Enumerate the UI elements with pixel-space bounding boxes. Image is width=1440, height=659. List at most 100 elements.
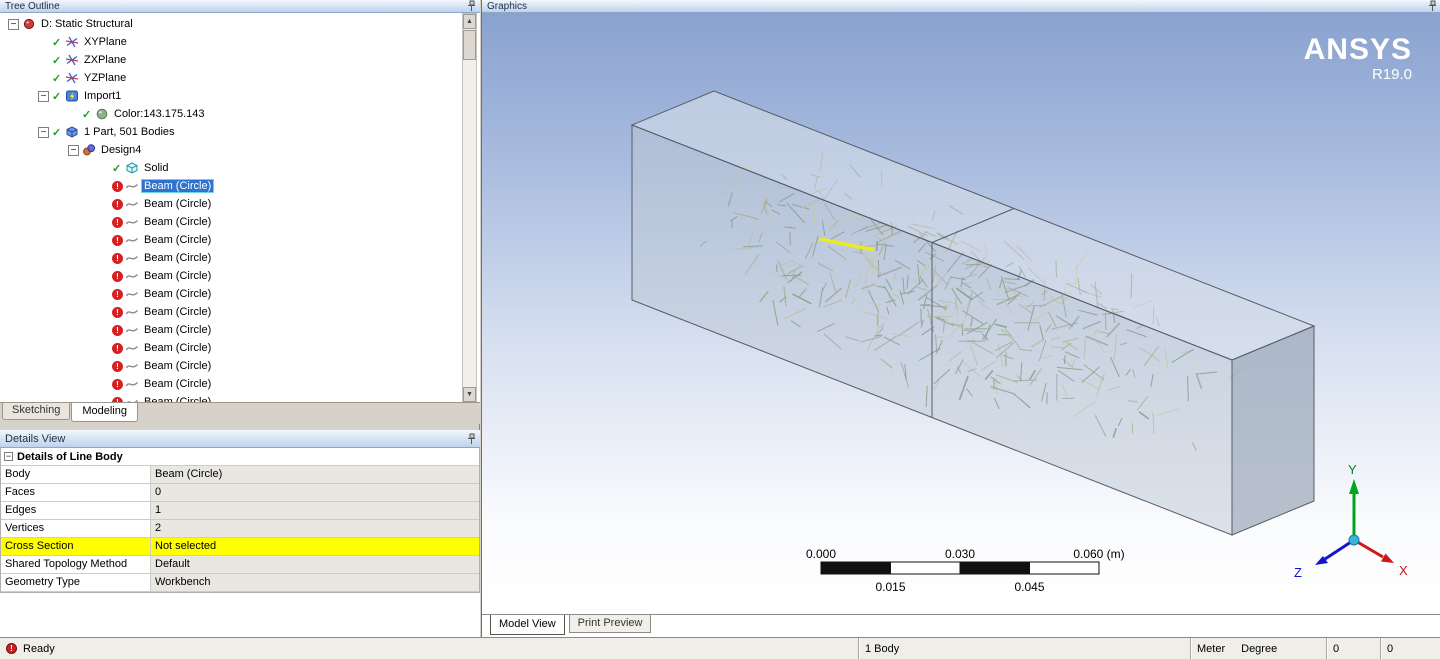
tree-item[interactable]: ! Beam (Circle)	[0, 285, 480, 303]
tree-items: − D: Static Structural ✓ XYPlane ✓ ZXPlane ✓ YZ…	[0, 13, 480, 402]
details-group-header[interactable]: − Details of Line Body	[1, 448, 479, 466]
status-section-counter2: 0	[1380, 638, 1440, 659]
tree-item[interactable]: ! Beam (Circle)	[0, 357, 480, 375]
tab-sketching[interactable]: Sketching	[2, 403, 71, 420]
details-value[interactable]: Default	[151, 556, 479, 573]
tree-item-label: Beam (Circle)	[144, 288, 212, 300]
tree-item-label: Beam (Circle)	[141, 179, 215, 193]
status-section-selection: 1 Body	[858, 638, 1190, 659]
triad-z-label: Z	[1294, 565, 1302, 580]
scale-bar: 0.000 0.030 0.060 (m) 0.015 0.045	[806, 547, 1125, 594]
details-value[interactable]: Beam (Circle)	[151, 466, 479, 483]
tree-item-label: Beam (Circle)	[144, 252, 212, 264]
modeler-tab-strip: Sketching Modeling	[0, 403, 480, 424]
tree-item[interactable]: ✓ YZPlane	[0, 69, 480, 87]
part-icon	[65, 125, 81, 139]
tree-item[interactable]: ! Beam (Circle)	[0, 339, 480, 357]
tree-item[interactable]: ! Beam (Circle)	[0, 249, 480, 267]
tab-model-view[interactable]: Model View	[490, 615, 565, 635]
tree-expand-toggle[interactable]: −	[38, 90, 49, 102]
tree-item-label: Beam (Circle)	[144, 234, 212, 246]
tree-item[interactable]: ! Beam (Circle)	[0, 195, 480, 213]
tree-item[interactable]: ! Beam (Circle)	[0, 177, 480, 195]
beam-icon	[125, 197, 141, 211]
tree-item[interactable]: ✓ Color:143.175.143	[0, 105, 480, 123]
import-icon	[65, 89, 81, 103]
tree-item[interactable]: − ✓ 1 Part, 501 Bodies	[0, 123, 480, 141]
graphics-title: Graphics	[487, 0, 528, 12]
tree-expand-toggle[interactable]: −	[8, 18, 19, 30]
tree-item-label: Import1	[84, 90, 122, 102]
tree-item[interactable]: ! Beam (Circle)	[0, 375, 480, 393]
triad-x-arrowhead	[1381, 553, 1394, 563]
tree-item[interactable]: ✓ XYPlane	[0, 33, 480, 51]
tree-expand-toggle[interactable]: −	[38, 126, 49, 138]
triad-origin-sphere	[1348, 534, 1360, 546]
error-icon: !	[112, 180, 123, 192]
beam-icon	[125, 179, 141, 193]
tree-item[interactable]: ! Beam (Circle)	[0, 321, 480, 339]
error-icon: !	[112, 216, 123, 228]
error-icon: !	[112, 198, 123, 210]
tree-item-label: Beam (Circle)	[144, 198, 212, 210]
tree-expand-toggle[interactable]: −	[68, 144, 79, 156]
tree-item[interactable]: − D: Static Structural	[0, 15, 480, 33]
plane-icon	[65, 35, 81, 49]
details-value[interactable]: Workbench	[151, 574, 479, 591]
graphics-viewport[interactable]: 0.000 0.030 0.060 (m) 0.015 0.045 Y X Z ANSY…	[482, 13, 1440, 614]
details-row: Edges 1	[1, 502, 479, 520]
scroll-up-button[interactable]: ▲	[463, 14, 476, 29]
tree-item[interactable]: ! Beam (Circle)	[0, 267, 480, 285]
beam-icon	[125, 269, 141, 283]
details-pin-icon[interactable]	[467, 433, 476, 445]
tree-item-label: Beam (Circle)	[144, 270, 212, 282]
error-icon: !	[112, 234, 123, 246]
details-value[interactable]: 0	[151, 484, 479, 501]
counter1: 0	[1333, 642, 1340, 655]
view-tab-strip: Model View Print Preview	[482, 614, 1440, 637]
tree-scrollbar[interactable]: ▲ ▼	[462, 13, 477, 402]
tree-item[interactable]: ✓ Solid	[0, 159, 480, 177]
details-value[interactable]: Not selected	[151, 538, 479, 555]
ruler-label: 0.000	[806, 547, 836, 561]
length-unit: Meter	[1197, 642, 1226, 655]
check-icon: ✓	[52, 126, 62, 139]
details-row: Geometry Type Workbench	[1, 574, 479, 592]
3d-viewport-canvas[interactable]: 0.000 0.030 0.060 (m) 0.015 0.045 Y X Z ANSY…	[482, 13, 1440, 614]
selection-info: 1 Body	[865, 642, 900, 655]
tree-item[interactable]: ✓ ZXPlane	[0, 51, 480, 69]
graphics-pin-icon[interactable]	[1428, 0, 1437, 12]
tab-print-preview[interactable]: Print Preview	[568, 615, 652, 633]
collapse-icon[interactable]: −	[4, 452, 13, 461]
tree-item[interactable]: ! Beam (Circle)	[0, 303, 480, 321]
tree-item[interactable]: − Design4	[0, 141, 480, 159]
tree-item[interactable]: − ✓ Import1	[0, 87, 480, 105]
beam-icon	[125, 395, 141, 402]
tree-pin-icon[interactable]	[467, 0, 476, 12]
beam-icon	[125, 377, 141, 391]
details-view: − Details of Line Body Body Beam (Circle)…	[0, 448, 480, 637]
tree-item[interactable]: ! Beam (Circle)	[0, 393, 480, 402]
error-icon: !	[112, 360, 123, 372]
status-text: Ready	[23, 642, 55, 655]
scroll-down-button[interactable]: ▼	[463, 387, 476, 402]
tab-modeling[interactable]: Modeling	[71, 403, 138, 422]
check-icon: ✓	[52, 36, 62, 49]
details-value[interactable]: 2	[151, 520, 479, 537]
tree-item[interactable]: ! Beam (Circle)	[0, 231, 480, 249]
scrollbar-thumb[interactable]	[463, 30, 476, 60]
tree-item-label: YZPlane	[84, 72, 127, 84]
tree-item[interactable]: ! Beam (Circle)	[0, 213, 480, 231]
details-value[interactable]: 1	[151, 502, 479, 519]
beam-icon	[125, 359, 141, 373]
details-label: Edges	[1, 502, 151, 519]
details-table: − Details of Line Body Body Beam (Circle)…	[0, 448, 480, 593]
